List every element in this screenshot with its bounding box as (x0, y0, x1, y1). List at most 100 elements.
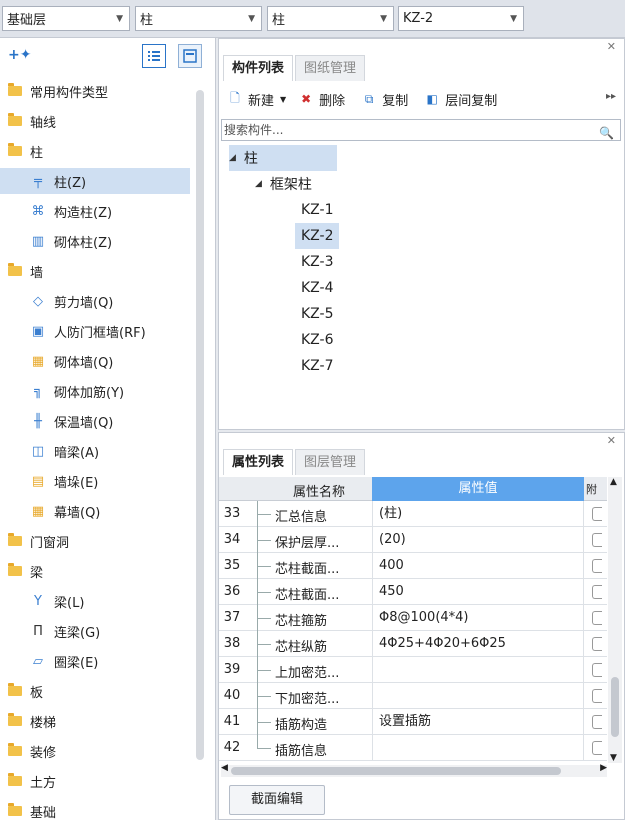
property-value[interactable]: (柱) (372, 501, 584, 527)
new-component-button[interactable]: 🗋 新建 ▼ (227, 90, 286, 109)
property-row[interactable]: 33 汇总信息 (柱) (219, 501, 607, 527)
scroll-down-icon[interactable]: ▼ (610, 753, 617, 763)
property-value[interactable]: 400 (372, 553, 584, 579)
attach-checkbox[interactable] (592, 533, 602, 547)
category-selector[interactable]: 柱 ▼ (135, 6, 262, 31)
property-row[interactable]: 41 插筋构造 设置插筋 (219, 709, 607, 735)
tree-item-slab[interactable]: 板 (0, 678, 190, 704)
add-sparkle-icon[interactable]: +✦ (8, 47, 31, 63)
property-value[interactable]: 设置插筋 (372, 709, 584, 735)
tree-node-kz-6[interactable]: KZ-6 (295, 327, 339, 353)
delete-component-button[interactable]: ✖ 删除 (298, 90, 345, 109)
tree-node-kz-4[interactable]: KZ-4 (295, 275, 339, 301)
chevron-down-icon: ▼ (380, 14, 387, 24)
tree-item-masonry-wall[interactable]: ▦ 砌体墙(Q) (0, 348, 190, 374)
property-value[interactable]: (20) (372, 527, 584, 553)
attach-checkbox[interactable] (592, 507, 602, 521)
tree-item-common-types[interactable]: 常用构件类型 (0, 78, 190, 104)
search-icon[interactable]: 🔍 (599, 123, 614, 143)
tree-item-civil-defense-wall[interactable]: ▣ 人防门框墙(RF) (0, 318, 190, 344)
expand-triangle-icon[interactable]: ◢ (255, 179, 262, 189)
tree-scrollbar[interactable] (196, 90, 204, 760)
scroll-thumb[interactable] (611, 677, 619, 737)
component-panel-tabs: 构件列表 图纸管理 (223, 55, 367, 81)
tree-node-kz-3[interactable]: KZ-3 (295, 249, 339, 275)
tree-connector-line (257, 618, 271, 619)
tree-item-masonry-column[interactable]: ▥ 砌体柱(Z) (0, 228, 190, 254)
property-value[interactable]: 450 (372, 579, 584, 605)
section-edit-button[interactable]: 截面编辑 (229, 785, 325, 815)
scroll-left-icon[interactable]: ◀ (221, 763, 228, 773)
tree-item-pilaster[interactable]: ▤ 墙垛(E) (0, 468, 190, 494)
tree-item-beam[interactable]: Y 梁(L) (0, 588, 190, 614)
tree-item-shear-wall[interactable]: ◇ 剪力墙(Q) (0, 288, 190, 314)
property-value[interactable]: 4Φ25+4Φ20+6Φ25 (372, 631, 584, 657)
tree-item-stairs[interactable]: 楼梯 (0, 708, 190, 734)
tree-item-curtain-wall[interactable]: ▦ 幕墙(Q) (0, 498, 190, 524)
card-view-button[interactable] (178, 44, 202, 68)
attach-checkbox[interactable] (592, 611, 602, 625)
tab-component-list[interactable]: 构件列表 (223, 55, 294, 81)
tree-item-earthwork[interactable]: 土方 (0, 768, 190, 794)
tree-item-column-group[interactable]: 柱 (0, 138, 190, 164)
tree-item-masonry-reinforcement[interactable]: ╗ 砌体加筋(Y) (0, 378, 190, 404)
attach-checkbox[interactable] (592, 689, 602, 703)
property-row[interactable]: 34 保护层厚... (20) (219, 527, 607, 553)
tree-item-foundation[interactable]: 基础 (0, 798, 190, 820)
tree-item-hidden-beam[interactable]: ◫ 暗梁(A) (0, 438, 190, 464)
tab-drawing-management[interactable]: 图纸管理 (295, 55, 366, 81)
attach-checkbox[interactable] (592, 663, 602, 677)
property-row[interactable]: 38 芯柱纵筋 4Φ25+4Φ20+6Φ25 (219, 631, 607, 657)
property-row[interactable]: 39 上加密范... (219, 657, 607, 683)
tree-item-coupling-beam[interactable]: Π 连梁(G) (0, 618, 190, 644)
scroll-up-icon[interactable]: ▲ (610, 477, 617, 487)
tree-node-kz-2[interactable]: KZ-2 (295, 223, 340, 249)
tree-item-decoration[interactable]: 装修 (0, 738, 190, 764)
property-value[interactable]: Φ8@100(4*4) (372, 605, 584, 631)
component-selector[interactable]: KZ-2 ▼ (398, 6, 524, 31)
close-icon[interactable]: ✕ (607, 40, 616, 53)
property-vertical-scrollbar[interactable]: ▲ ▼ (608, 477, 622, 763)
tree-node-column[interactable]: ◢ 柱 (229, 145, 337, 171)
attach-checkbox[interactable] (592, 715, 602, 729)
attach-checkbox[interactable] (592, 741, 602, 755)
floor-selector[interactable]: 基础层 ▼ (2, 6, 130, 31)
attach-checkbox[interactable] (592, 559, 602, 573)
folder-plus-icon (8, 683, 22, 696)
component-search-input[interactable]: 搜索构件... 🔍 (221, 119, 621, 141)
property-value[interactable] (372, 683, 584, 709)
property-horizontal-scrollbar[interactable]: ◀ ▶ (221, 763, 607, 777)
floor-copy-button[interactable]: ◧ 层间复制 (424, 90, 498, 109)
type-selector[interactable]: 柱 ▼ (267, 6, 394, 31)
copy-component-button[interactable]: ⧉ 复制 (361, 90, 408, 109)
close-icon[interactable]: ✕ (607, 434, 616, 447)
tree-item-column[interactable]: ╤ 柱(Z) (0, 168, 190, 194)
more-icon[interactable]: ▸▸ (606, 91, 616, 102)
tree-node-kz-7[interactable]: KZ-7 (295, 353, 339, 379)
tree-item-beam-group[interactable]: 梁 (0, 558, 190, 584)
tree-item-wall-group[interactable]: 墙 (0, 258, 190, 284)
scroll-thumb[interactable] (231, 767, 561, 775)
list-view-button[interactable] (142, 44, 166, 68)
property-row[interactable]: 42 插筋信息 (219, 735, 607, 761)
tree-item-constructional-column[interactable]: ⌘ 构造柱(Z) (0, 198, 190, 224)
attach-checkbox[interactable] (592, 637, 602, 651)
tree-item-ring-beam[interactable]: ▱ 圈梁(E) (0, 648, 190, 674)
attach-checkbox[interactable] (592, 585, 602, 599)
scroll-right-icon[interactable]: ▶ (600, 763, 607, 773)
property-row[interactable]: 40 下加密范... (219, 683, 607, 709)
tree-node-frame-column[interactable]: ◢ 框架柱 (255, 171, 312, 197)
tree-node-kz-5[interactable]: KZ-5 (295, 301, 339, 327)
property-value[interactable] (372, 657, 584, 683)
property-value[interactable] (372, 735, 584, 761)
tree-item-openings[interactable]: 门窗洞 (0, 528, 190, 554)
property-row[interactable]: 37 芯柱箍筋 Φ8@100(4*4) (219, 605, 607, 631)
property-row[interactable]: 35 芯柱截面... 400 (219, 553, 607, 579)
property-row[interactable]: 36 芯柱截面... 450 (219, 579, 607, 605)
tree-node-kz-1[interactable]: KZ-1 (295, 197, 339, 223)
expand-triangle-icon[interactable]: ◢ (229, 153, 236, 163)
tree-item-axis[interactable]: 轴线 (0, 108, 190, 134)
tab-layer-management[interactable]: 图层管理 (295, 449, 366, 475)
tree-item-insulation-wall[interactable]: ╫ 保温墙(Q) (0, 408, 190, 434)
tab-property-list[interactable]: 属性列表 (223, 449, 294, 475)
